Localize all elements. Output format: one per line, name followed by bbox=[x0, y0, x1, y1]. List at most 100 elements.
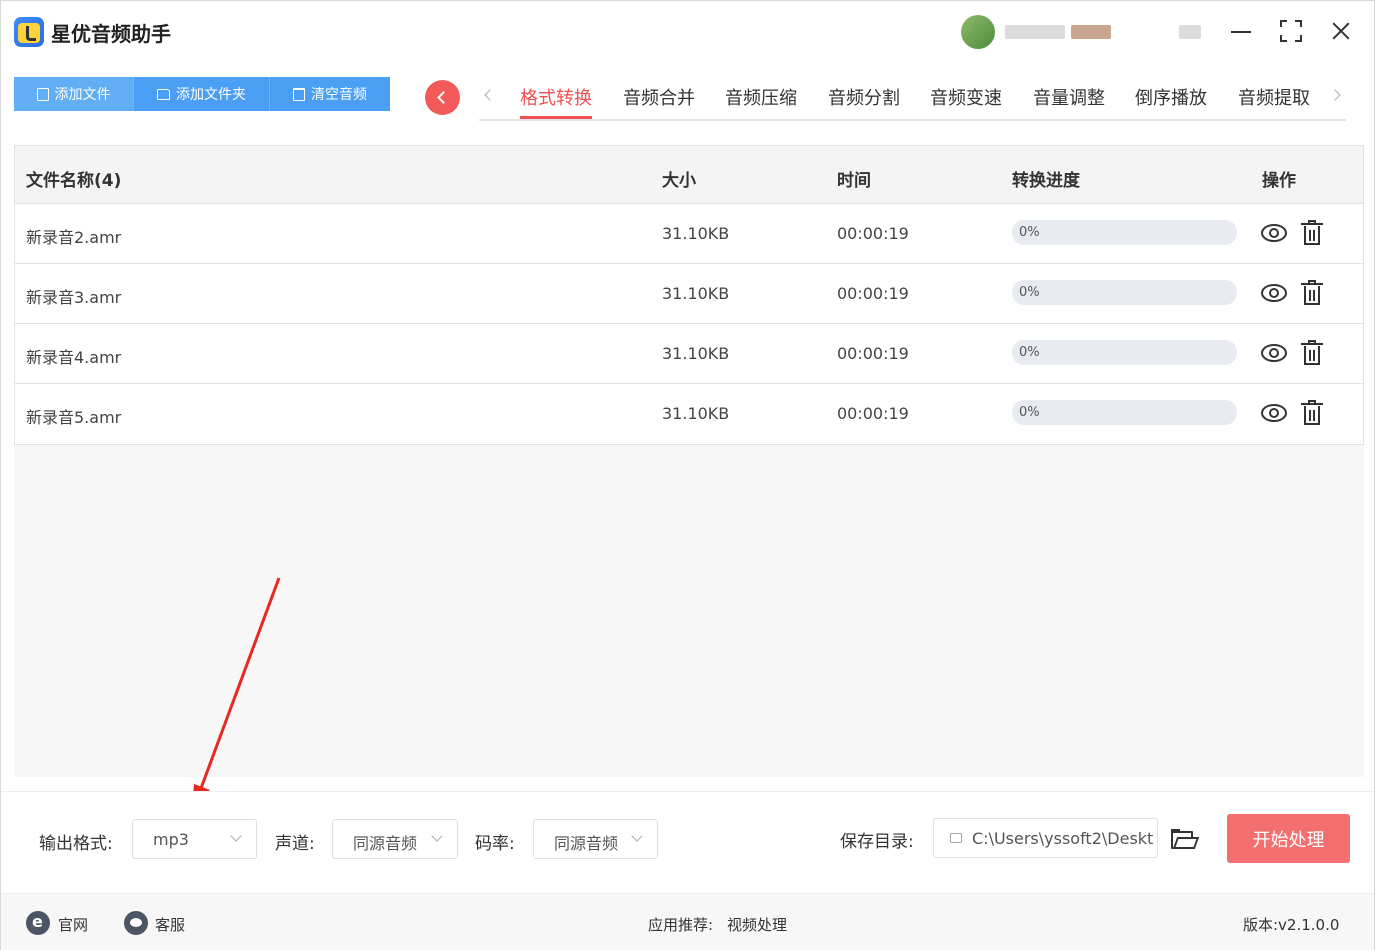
progress-text: 0% bbox=[1019, 285, 1040, 300]
file-duration: 00:00:19 bbox=[837, 284, 909, 303]
file-name: 新录音3.amr bbox=[26, 288, 122, 307]
tab-audio-split[interactable]: 音频分割 bbox=[828, 84, 900, 119]
function-tabs: 格式转换 音频合并 音频压缩 音频分割 音频变速 音量调整 倒序播放 音频提取 bbox=[479, 73, 1346, 121]
tab-scroll-right-icon[interactable] bbox=[1331, 90, 1341, 100]
table-row[interactable]: 新录音5.amr 31.10KB 00:00:19 0% bbox=[15, 384, 1363, 444]
channel-label: 声道: bbox=[275, 834, 315, 854]
file-size: 31.10KB bbox=[662, 284, 730, 303]
add-file-button[interactable]: 添加文件 bbox=[14, 77, 134, 111]
bitrate-value: 同源音频 bbox=[554, 834, 619, 853]
progress-text: 0% bbox=[1019, 345, 1040, 360]
tab-volume-adjust[interactable]: 音量调整 bbox=[1033, 84, 1105, 119]
header-action: 操作 bbox=[1262, 171, 1296, 191]
output-format-label: 输出格式: bbox=[39, 834, 113, 854]
progress-bar: 0% bbox=[1012, 220, 1237, 245]
bitrate-label: 码率: bbox=[475, 834, 515, 854]
app-window: 星优音频助手 添加文件 添加文件夹 清空音频 格式转换 音频合并 音频压缩 音频… bbox=[0, 0, 1375, 950]
tab-reverse-play[interactable]: 倒序播放 bbox=[1135, 84, 1207, 119]
header-progress: 转换进度 bbox=[1012, 171, 1080, 191]
save-dir-value: C:\Users\yssoft2\Deskt bbox=[972, 829, 1154, 848]
add-folder-label: 添加文件夹 bbox=[176, 87, 246, 103]
title-bar: 星优音频助手 bbox=[1, 1, 1374, 61]
chevron-down-icon bbox=[431, 830, 443, 842]
save-dir-label: 保存目录: bbox=[840, 832, 914, 852]
avatar[interactable] bbox=[961, 15, 995, 49]
version-text: 版本:v2.1.0.0 bbox=[1243, 916, 1340, 934]
progress-bar: 0% bbox=[1012, 340, 1237, 365]
file-toolbar: 添加文件 添加文件夹 清空音频 bbox=[14, 77, 390, 111]
tab-audio-speed[interactable]: 音频变速 bbox=[930, 84, 1002, 119]
preview-eye-icon[interactable] bbox=[1261, 344, 1287, 362]
file-table: 文件名称(4) 大小 时间 转换进度 操作 新录音2.amr 31.10KB 0… bbox=[14, 145, 1364, 445]
trash-icon bbox=[293, 87, 305, 101]
delete-trash-icon[interactable] bbox=[1301, 280, 1323, 306]
tab-audio-merge[interactable]: 音频合并 bbox=[623, 84, 695, 119]
output-format-value: mp3 bbox=[153, 830, 189, 849]
tab-audio-extract[interactable]: 音频提取 bbox=[1238, 84, 1310, 119]
table-header: 文件名称(4) 大小 时间 转换进度 操作 bbox=[15, 146, 1363, 204]
file-icon bbox=[36, 87, 49, 101]
chevron-down-icon bbox=[230, 830, 242, 842]
file-name: 新录音5.amr bbox=[26, 408, 122, 427]
file-size: 31.10KB bbox=[662, 224, 730, 243]
header-time: 时间 bbox=[837, 171, 871, 191]
file-duration: 00:00:19 bbox=[837, 404, 909, 423]
footer: 官网 客服 应用推荐: 视频处理 版本:v2.1.0.0 bbox=[1, 893, 1374, 950]
website-link[interactable]: 官网 bbox=[58, 914, 88, 935]
table-row[interactable]: 新录音3.amr 31.10KB 00:00:19 0% bbox=[15, 264, 1363, 324]
bitrate-select[interactable]: 同源音频 bbox=[533, 819, 658, 859]
tab-format-convert[interactable]: 格式转换 bbox=[520, 84, 592, 119]
minimize-icon[interactable] bbox=[1229, 19, 1253, 43]
file-duration: 00:00:19 bbox=[837, 344, 909, 363]
recommend-label: 应用推荐: bbox=[648, 916, 714, 934]
table-row[interactable]: 新录音2.amr 31.10KB 00:00:19 0% bbox=[15, 204, 1363, 264]
close-icon[interactable] bbox=[1329, 19, 1353, 43]
user-account[interactable] bbox=[961, 15, 1201, 49]
tab-scroll-left-icon[interactable] bbox=[483, 90, 493, 100]
folder-icon bbox=[157, 88, 170, 100]
delete-trash-icon[interactable] bbox=[1301, 220, 1323, 246]
back-button[interactable] bbox=[425, 80, 460, 115]
table-row[interactable]: 新录音4.amr 31.10KB 00:00:19 0% bbox=[15, 324, 1363, 384]
folder-open-icon[interactable] bbox=[1171, 829, 1200, 849]
output-format-select[interactable]: mp3 bbox=[132, 819, 257, 859]
preview-eye-icon[interactable] bbox=[1261, 284, 1287, 302]
maximize-icon[interactable] bbox=[1279, 19, 1303, 43]
support-link[interactable]: 客服 bbox=[155, 914, 185, 935]
add-file-label: 添加文件 bbox=[54, 87, 111, 103]
save-dir-input[interactable]: C:\Users\yssoft2\Deskt bbox=[933, 818, 1158, 858]
annotation-arrow-icon bbox=[192, 577, 281, 806]
chevron-down-icon bbox=[631, 830, 643, 842]
file-size: 31.10KB bbox=[662, 344, 730, 363]
app-title: 星优音频助手 bbox=[51, 22, 171, 46]
username-redacted bbox=[1071, 25, 1111, 39]
channel-select[interactable]: 同源音频 bbox=[332, 819, 458, 859]
delete-trash-icon[interactable] bbox=[1301, 340, 1323, 366]
folder-icon bbox=[950, 833, 962, 843]
recommend-link[interactable]: 视频处理 bbox=[727, 914, 787, 935]
file-duration: 00:00:19 bbox=[837, 224, 909, 243]
progress-bar: 0% bbox=[1012, 280, 1237, 305]
file-size: 31.10KB bbox=[662, 404, 730, 423]
clear-audio-label: 清空音频 bbox=[311, 87, 367, 103]
progress-text: 0% bbox=[1019, 225, 1040, 240]
clear-audio-button[interactable]: 清空音频 bbox=[270, 77, 390, 111]
channel-value: 同源音频 bbox=[353, 834, 418, 853]
website-icon[interactable] bbox=[26, 911, 50, 935]
start-process-button[interactable]: 开始处理 bbox=[1227, 814, 1350, 863]
header-size: 大小 bbox=[662, 171, 696, 191]
username-redacted bbox=[1179, 25, 1201, 39]
delete-trash-icon[interactable] bbox=[1301, 400, 1323, 426]
file-name: 新录音2.amr bbox=[26, 228, 122, 247]
progress-text: 0% bbox=[1019, 405, 1040, 420]
header-file-name: 文件名称(4) bbox=[26, 171, 122, 191]
file-name: 新录音4.amr bbox=[26, 348, 122, 367]
tab-audio-compress[interactable]: 音频压缩 bbox=[725, 84, 797, 119]
username-redacted bbox=[1005, 25, 1065, 39]
chat-icon[interactable] bbox=[124, 911, 148, 935]
preview-eye-icon[interactable] bbox=[1261, 404, 1287, 422]
app-logo-icon bbox=[14, 17, 44, 47]
add-folder-button[interactable]: 添加文件夹 bbox=[134, 77, 270, 111]
progress-bar: 0% bbox=[1012, 400, 1237, 425]
preview-eye-icon[interactable] bbox=[1261, 224, 1287, 242]
